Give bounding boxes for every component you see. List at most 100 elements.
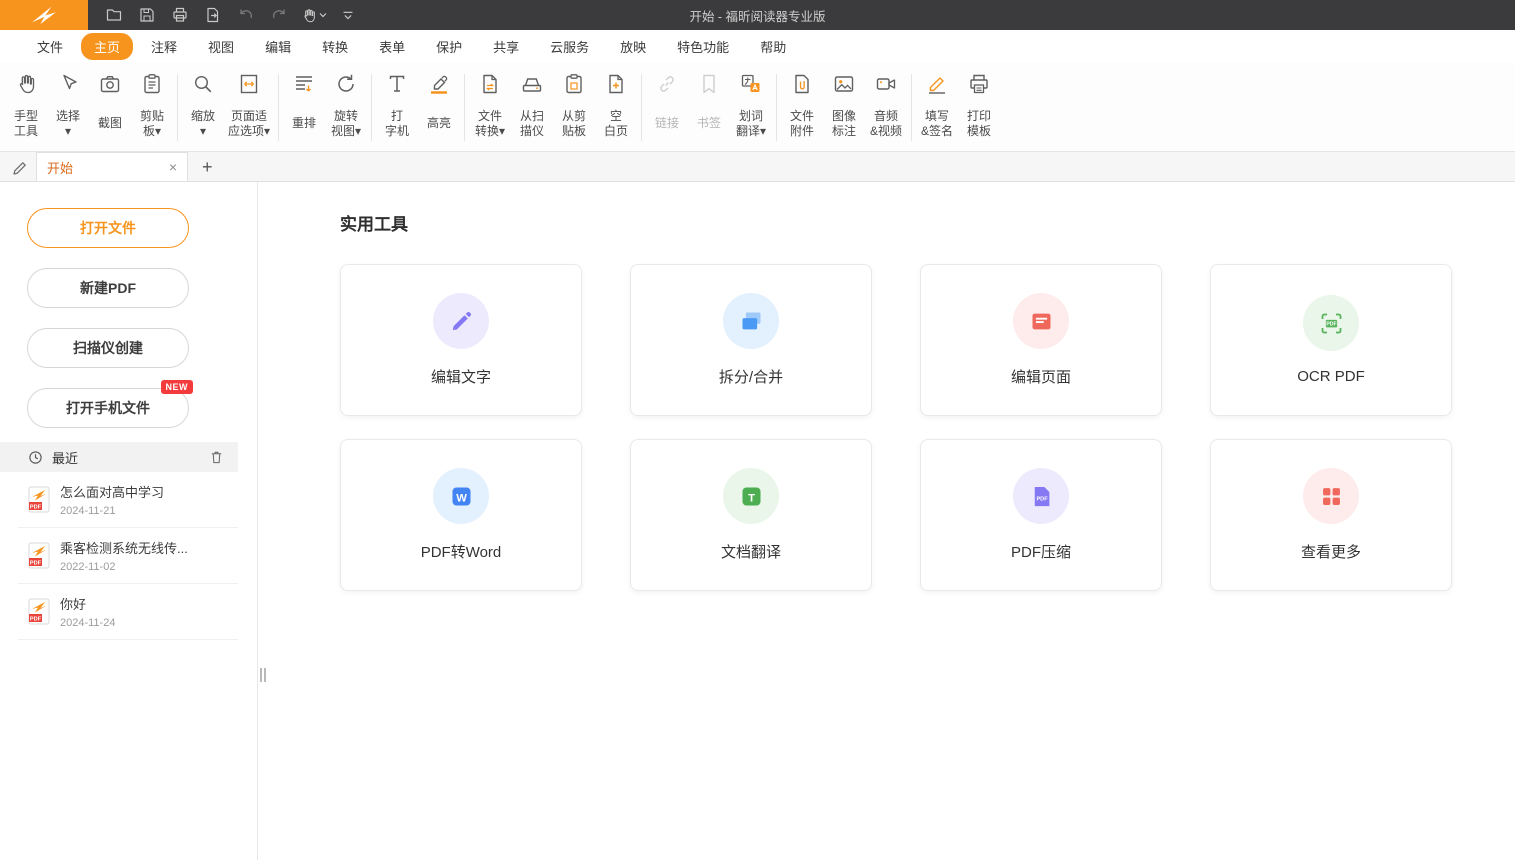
ribbon-label: 选择▾ (56, 100, 80, 147)
menu-tab-slideshow[interactable]: 放映 (607, 33, 659, 60)
open-file-button[interactable]: 打开文件 (27, 208, 189, 248)
menu-tab-edit[interactable]: 编辑 (252, 33, 304, 60)
ribbon-image-annotation-button[interactable]: 图像标注 (823, 67, 865, 148)
select-cursor-icon (56, 68, 80, 100)
menu-tab-comment[interactable]: 注释 (138, 33, 190, 60)
app-logo-button[interactable] (0, 0, 88, 30)
edit-text-icon (433, 293, 489, 349)
menu-tab-convert[interactable]: 转换 (309, 33, 361, 60)
tab-start[interactable]: 开始 × (36, 152, 188, 181)
clipboard-paste-icon (562, 68, 586, 100)
ribbon-audio-video-button[interactable]: 音频&视频 (865, 67, 907, 148)
ribbon-select-button[interactable]: 选择▾ (47, 67, 89, 148)
ribbon-fill-sign-button[interactable]: 填写&签名 (916, 67, 958, 148)
scanner-create-button[interactable]: 扫描仪创建 (27, 328, 189, 368)
tool-card-ocr-pdf[interactable]: PDF OCR PDF (1210, 264, 1452, 416)
ribbon-reflow-button[interactable]: 重排 (283, 67, 325, 148)
ribbon-bookmark-button: 书签 (688, 67, 730, 148)
ribbon-convert-file-button[interactable]: 文件转换▾ (469, 67, 511, 148)
open-mobile-file-button[interactable]: 打开手机文件 (27, 388, 189, 428)
ribbon-label: 打印模板 (967, 100, 991, 147)
ribbon-snapshot-button[interactable]: 截图 (89, 67, 131, 148)
chevron-down-icon (319, 12, 327, 18)
menu-tabbar: 文件 主页 注释 视图 编辑 转换 表单 保护 共享 云服务 放映 特色功能 帮… (0, 30, 1515, 62)
recent-file-item[interactable]: PDF 乘客检测系统无线传... 2022-11-02 (18, 528, 238, 584)
ribbon-label: 高亮 (427, 100, 451, 147)
ocr-pdf-icon: PDF (1303, 295, 1359, 351)
clipboard-icon (140, 68, 164, 100)
ribbon-blank-page-button[interactable]: 空白页 (595, 67, 637, 148)
tool-card-split-merge[interactable]: 拆分/合并 (630, 264, 872, 416)
ribbon-separator (177, 74, 178, 141)
undo-icon[interactable] (234, 4, 258, 26)
tool-card-pdf-to-word[interactable]: W PDF转Word (340, 439, 582, 591)
tool-card-doc-translate[interactable]: T 文档翻译 (630, 439, 872, 591)
bookmark-icon (697, 68, 721, 100)
tool-card-edit-text[interactable]: 编辑文字 (340, 264, 582, 416)
ribbon-from-clipboard-button[interactable]: 从剪贴板 (553, 67, 595, 148)
section-title: 实用工具 (340, 210, 1515, 235)
sidebar-resize-handle[interactable] (260, 668, 266, 682)
new-tab-button[interactable]: + (202, 158, 213, 176)
menu-tab-form[interactable]: 表单 (366, 33, 418, 60)
ribbon-separator (278, 74, 279, 141)
save-icon[interactable] (135, 4, 159, 26)
edit-pencil-icon[interactable] (10, 158, 28, 176)
hand-tool-quick-button[interactable] (300, 7, 327, 24)
ribbon-highlight-button[interactable]: 高亮 (418, 67, 460, 148)
menu-tab-share[interactable]: 共享 (480, 33, 532, 60)
ribbon-label: 图像标注 (832, 100, 856, 147)
recent-header: 最近 (0, 442, 238, 472)
menu-tab-home[interactable]: 主页 (81, 33, 133, 60)
hand-quick-icon (300, 7, 317, 24)
new-badge: NEW (161, 380, 194, 394)
ribbon-clipboard-button[interactable]: 剪贴板▾ (131, 67, 173, 148)
tab-label: 开始 (47, 158, 73, 177)
open-file-icon[interactable] (102, 4, 126, 26)
customize-toolbar-icon[interactable] (336, 4, 360, 26)
recent-file-date: 2024-11-24 (60, 617, 115, 629)
export-icon[interactable] (201, 4, 225, 26)
redo-icon[interactable] (267, 4, 291, 26)
card-label: 编辑页面 (1011, 366, 1071, 387)
split-merge-icon (723, 293, 779, 349)
scanner-icon (520, 68, 544, 100)
highlighter-icon (427, 68, 451, 100)
recent-file-name: 乘客检测系统无线传... (60, 538, 188, 557)
tool-card-edit-pages[interactable]: 编辑页面 (920, 264, 1162, 416)
ribbon-label: 音频&视频 (870, 100, 902, 147)
ribbon-rotate-view-button[interactable]: 旋转视图▾ (325, 67, 367, 148)
trash-icon[interactable] (209, 449, 224, 465)
menu-tab-cloud[interactable]: 云服务 (537, 33, 602, 60)
print-icon[interactable] (168, 4, 192, 26)
pdf-file-icon: PDF (28, 542, 50, 569)
recent-file-item[interactable]: PDF 怎么面对高中学习 2024-11-21 (18, 472, 238, 528)
ribbon-hand-tool-button[interactable]: 手型工具 (5, 67, 47, 148)
menu-tab-view[interactable]: 视图 (195, 33, 247, 60)
menu-tab-protect[interactable]: 保护 (423, 33, 475, 60)
recent-file-name: 你好 (60, 594, 115, 613)
sidebar: 打开文件 新建PDF 扫描仪创建 打开手机文件 NEW 最近 PDF 怎么面对高… (0, 182, 258, 860)
ribbon-from-scanner-button[interactable]: 从扫描仪 (511, 67, 553, 148)
ribbon-word-translate-button[interactable]: 划词翻译▾ (730, 67, 772, 148)
tab-close-icon[interactable]: × (169, 160, 177, 174)
recent-file-item[interactable]: PDF 你好 2024-11-24 (18, 584, 238, 640)
tool-card-pdf-compress[interactable]: PDF PDF压缩 (920, 439, 1162, 591)
new-pdf-button[interactable]: 新建PDF (27, 268, 189, 308)
ribbon-print-template-button[interactable]: 打印模板 (958, 67, 1000, 148)
ribbon-separator (641, 74, 642, 141)
ribbon-label: 填写&签名 (921, 100, 953, 147)
ribbon-page-fit-button[interactable]: 页面适应选项▾ (224, 67, 274, 148)
ribbon-typewriter-button[interactable]: 打字机 (376, 67, 418, 148)
menu-tab-features[interactable]: 特色功能 (664, 33, 742, 60)
pdf-to-word-icon: W (433, 468, 489, 524)
ribbon-label: 旋转视图▾ (331, 100, 361, 147)
ribbon-label: 文件附件 (790, 100, 814, 147)
menu-tab-file[interactable]: 文件 (24, 33, 76, 60)
hand-tool-icon (14, 68, 38, 100)
ribbon-zoom-button[interactable]: 缩放▾ (182, 67, 224, 148)
quick-access-toolbar (102, 4, 360, 26)
menu-tab-help[interactable]: 帮助 (747, 33, 799, 60)
tool-card-view-more[interactable]: 查看更多 (1210, 439, 1452, 591)
ribbon-file-attachment-button[interactable]: 文件附件 (781, 67, 823, 148)
